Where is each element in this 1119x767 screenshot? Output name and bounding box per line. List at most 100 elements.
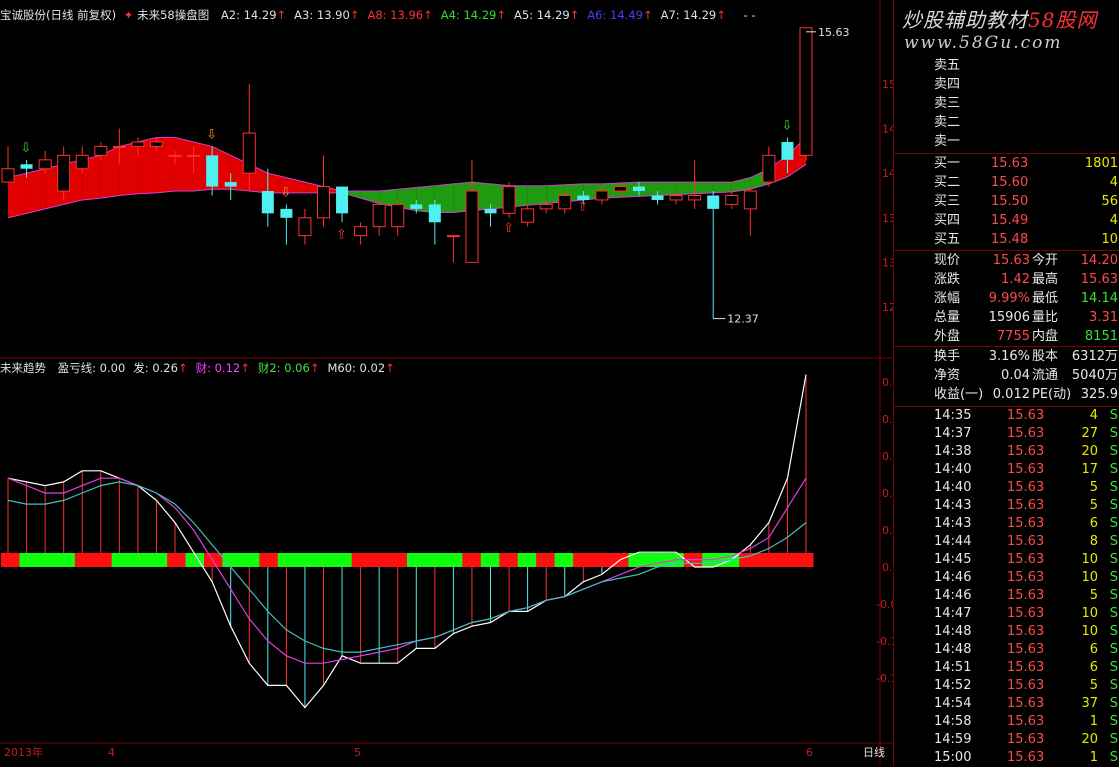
candle-body (539, 203, 553, 210)
tick-price: 15.63 (1007, 606, 1045, 621)
tick-volume: 10 (1081, 624, 1098, 639)
candle-body (280, 208, 293, 218)
tick-price: 15.63 (1007, 732, 1045, 747)
candle-body (446, 235, 460, 238)
candle-body (465, 190, 479, 263)
candle-body (688, 195, 702, 201)
zero-band-segment (480, 553, 500, 567)
bid-row: 买二 15.60 4 (894, 174, 1119, 192)
fund-value: 5040万 (1071, 368, 1118, 383)
tick-time: 14:58 (934, 714, 972, 729)
time-tick-label: 6 (806, 746, 813, 759)
zero-band-segment (259, 553, 279, 567)
sub-indicator-name[interactable]: 未来趋势 (0, 361, 46, 375)
tick-price: 15.63 (1007, 534, 1045, 549)
zero-band-segment (591, 553, 611, 567)
tick-price: 15.63 (1007, 426, 1045, 441)
ask-label: 卖三 (934, 96, 961, 111)
osc-tick-label: -0.15 (876, 672, 893, 685)
signal-arrow-icon: ⇧ (336, 227, 347, 242)
candle-body (502, 186, 516, 214)
tick-side: S (1109, 624, 1118, 639)
divider (894, 250, 1119, 251)
time-tick-label: 4 (108, 746, 115, 759)
tick-side: S (1109, 426, 1118, 441)
ask-row: 卖四 (894, 76, 1119, 94)
bid-label: 买二 (934, 175, 961, 190)
zero-band-segment (93, 553, 113, 567)
chart-area[interactable]: 15.00 14.50 14.00 13.50 13.00 12.50 0.25 0.20 0.… (0, 0, 893, 766)
price-tick-label: 13.50 (882, 212, 893, 225)
quote-value: 15906 (988, 310, 1030, 325)
chart-canvas[interactable]: 15.00 14.50 14.00 13.50 13.00 12.50 0.25 0.20 0.… (0, 0, 893, 766)
ask-label: 卖二 (934, 115, 961, 130)
osc-tick-label: 0.00 (882, 561, 893, 574)
candle-body (484, 208, 497, 214)
indicator-value-1: A3: 13.90 (294, 8, 350, 22)
zero-band-segment (351, 553, 371, 567)
tick-price: 15.63 (1007, 570, 1045, 585)
tick-time: 14:47 (934, 606, 972, 621)
candle-body (75, 154, 89, 170)
zero-band-segment (739, 553, 759, 567)
indicator-values: A2: 14.29↑ A3: 13.90↑ A8: 13.96↑ A4: 14.29↑… (213, 8, 726, 22)
indicator-name[interactable]: 未来58操盘图 (137, 8, 209, 22)
fund-value: 0.012 (992, 387, 1030, 402)
signal-arrow-icon: ⇩ (280, 185, 291, 200)
up-arrow-icon: ↑ (496, 8, 507, 22)
candle-body (242, 132, 256, 174)
indicator-value-2: A8: 13.96 (367, 8, 424, 22)
tick-volume: 10 (1081, 606, 1098, 621)
indicator-value-0: A2: 14.29 (220, 8, 277, 22)
zero-band-segment (37, 553, 57, 567)
tick-time: 14:40 (934, 480, 972, 495)
candle-body (410, 204, 423, 209)
stock-title[interactable]: 宝诚股份(日线 前复权) (0, 8, 116, 22)
period-label: 日线 (863, 745, 885, 759)
quote-value: 14.14 (1080, 291, 1118, 306)
up-arrow-icon: ↑ (716, 8, 726, 22)
quote-row: 涨幅 9.99% 最低 14.14 (894, 290, 1119, 308)
bid-row: 买一 15.63 1801 (894, 155, 1119, 173)
fund-label: 流通 (1032, 368, 1059, 383)
fund-label: 股本 (1032, 349, 1059, 364)
band-segment (119, 141, 138, 196)
tick-time: 14:43 (934, 498, 972, 513)
candle-body (316, 186, 330, 219)
zero-band-segment (130, 553, 150, 567)
quote-row: 涨跌 1.42 最高 15.63 (894, 271, 1119, 289)
zero-band-segment (111, 553, 131, 567)
ask-row: 卖一 (894, 133, 1119, 151)
tick-row: 14:58 15.63 1 S (894, 713, 1119, 731)
zero-band-segment (573, 553, 593, 567)
up-arrow-icon: ↑ (349, 8, 360, 22)
osc-magenta-line (7, 477, 807, 664)
ask-label: 卖四 (934, 77, 961, 92)
tick-time: 14:46 (934, 570, 972, 585)
fundamental-row: 收益(一) 0.012 PE(动) 325.9 (894, 386, 1119, 404)
zero-band-segment (536, 553, 556, 567)
quote-label: 最低 (1032, 291, 1059, 306)
osc-tick-label: 0.15 (882, 450, 893, 463)
tick-row: 14:54 15.63 37 S (894, 695, 1119, 713)
fund-label: PE(动) (1032, 387, 1072, 402)
quote-value: 14.20 (1080, 253, 1118, 268)
bid-volume: 4 (1109, 175, 1118, 190)
time-tick-label: 5 (354, 746, 361, 759)
candle-body (168, 154, 182, 157)
tick-time: 15:00 (934, 750, 972, 765)
ask-row: 卖二 (894, 114, 1119, 132)
tick-price: 15.63 (1007, 498, 1045, 513)
tick-side: S (1109, 534, 1118, 549)
candle-body (725, 195, 739, 205)
tick-side: S (1109, 498, 1118, 513)
band-segment (527, 185, 547, 206)
tick-side: S (1109, 570, 1118, 585)
zero-band-segment (388, 553, 408, 567)
logo-brand: 58股网 (1028, 8, 1098, 32)
tick-time: 14:54 (934, 696, 972, 711)
tick-time: 14:43 (934, 516, 972, 531)
bid-price: 15.60 (991, 175, 1029, 190)
tick-volume: 5 (1089, 498, 1098, 513)
tick-row: 14:43 15.63 6 S (894, 515, 1119, 533)
